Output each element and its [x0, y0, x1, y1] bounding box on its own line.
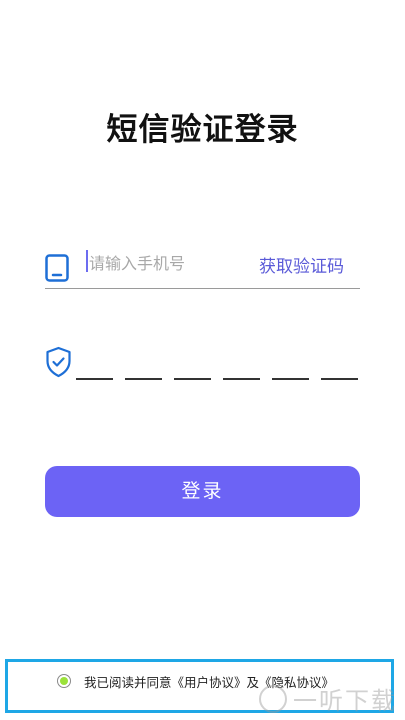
watermark-logo-icon — [259, 684, 287, 713]
code-digit-slot[interactable] — [321, 344, 358, 380]
code-digit-slot[interactable] — [76, 344, 113, 380]
agreement-prefix: 我已阅读并同意 — [84, 674, 172, 690]
agreement-radio[interactable] — [57, 674, 71, 688]
phone-input[interactable] — [89, 248, 239, 278]
page-title: 短信验证登录 — [106, 112, 299, 148]
phone-row: 获取验证码 — [45, 244, 360, 289]
watermark: 一听下载 — [259, 681, 397, 716]
login-button[interactable]: 登录 — [45, 466, 360, 517]
watermark-text: 一听下载 — [293, 687, 397, 715]
text-caret — [86, 250, 88, 272]
user-agreement-link[interactable]: 《用户协议》 — [172, 672, 247, 691]
code-digit-slot[interactable] — [174, 344, 211, 380]
code-digit-slot[interactable] — [125, 344, 162, 380]
phone-icon — [45, 254, 69, 282]
get-code-button[interactable]: 获取验证码 — [259, 252, 344, 277]
shield-check-icon — [46, 346, 71, 378]
verification-code-input[interactable] — [76, 344, 358, 382]
code-row — [45, 344, 360, 384]
agreement-conjunction: 及 — [246, 674, 260, 690]
code-digit-slot[interactable] — [272, 344, 309, 380]
sms-login-page: 短信验证登录 获取验证码 登录 我已阅读并同意 《用户协议》 及 《隐私协议》 … — [0, 0, 405, 720]
agreement-radio-dot — [60, 677, 68, 685]
code-digit-slot[interactable] — [223, 344, 260, 380]
